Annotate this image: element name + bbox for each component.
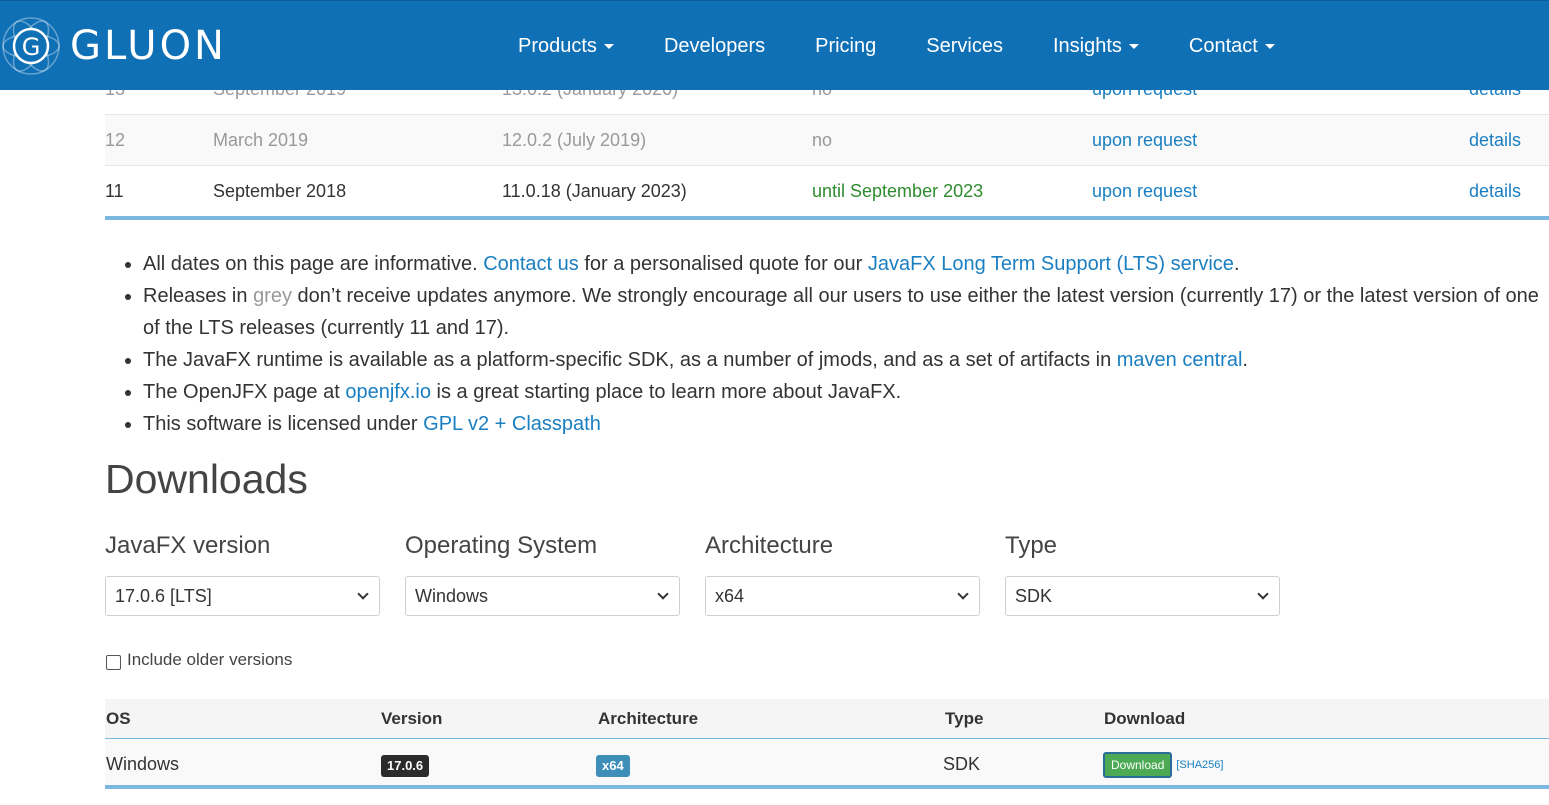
os-select[interactable]: Windows (405, 576, 680, 616)
contact-us-link[interactable]: Contact us (483, 253, 579, 275)
grey-word: grey (253, 285, 292, 307)
lts-upon-request-link[interactable]: upon request (1092, 115, 1197, 166)
openjfx-link[interactable]: openjfx.io (345, 381, 431, 403)
table-row: 12 March 2019 12.0.2 (July 2019) no upon… (105, 115, 1549, 166)
nav-services-label: Services (926, 34, 1003, 57)
header-type: Type (945, 709, 984, 728)
download-table: OS Version Architecture Type Download Wi… (105, 699, 1549, 789)
chevron-down-icon (1257, 588, 1269, 600)
gluon-logo-mark-icon: G (0, 15, 62, 77)
nav-pricing-label: Pricing (815, 34, 877, 57)
chevron-down-icon (657, 588, 669, 600)
release-notes: All dates on this page are informative. … (105, 248, 1549, 440)
os-filter: Operating System Windows (405, 532, 680, 616)
nav-pricing[interactable]: Pricing (790, 35, 901, 58)
architecture-cell: x64 (596, 739, 630, 789)
os-cell: Windows (106, 754, 180, 774)
release-date-cell: September 2018 (213, 181, 347, 201)
include-older-checkbox[interactable] (106, 654, 121, 670)
caret-down-icon (1264, 43, 1275, 49)
nav-products[interactable]: Products (493, 35, 639, 58)
type-select[interactable]: SDK (1005, 576, 1280, 616)
table-row: 11 September 2018 11.0.18 (January 2023)… (105, 166, 1549, 220)
download-table-header: OS Version Architecture Type Download (105, 699, 1549, 739)
select-value: SDK (1015, 586, 1053, 606)
download-cell: Download [SHA256] (1103, 739, 1223, 789)
filter-label: JavaFX version (105, 532, 271, 559)
javafx-version-select[interactable]: 17.0.6 [LTS] (105, 576, 380, 616)
include-older-label: Include older versions (127, 650, 293, 669)
maven-central-link[interactable]: maven central (1117, 349, 1243, 371)
gluon-logo[interactable]: G GLUON (0, 13, 227, 79)
filter-label: Operating System (405, 532, 598, 559)
table-row: Windows 17.0.6 x64 SDK Download [SHA256] (105, 739, 1549, 789)
header-version: Version (381, 709, 443, 728)
latest-release-cell: 11.0.18 (January 2023) (502, 181, 687, 201)
nav-contact[interactable]: Contact (1164, 35, 1300, 58)
type-cell: SDK (943, 754, 981, 774)
header-os: OS (106, 709, 131, 728)
select-value: Windows (415, 586, 489, 606)
nav-products-label: Products (518, 34, 597, 57)
architecture-select[interactable]: x64 (705, 576, 980, 616)
downloads-heading: Downloads (105, 456, 308, 502)
version-cell: 17.0.6 (381, 739, 430, 789)
logo-letter: G (22, 33, 41, 61)
release-date-cell: March 2019 (213, 130, 309, 150)
updates-cell: until September 2023 (812, 181, 984, 201)
chevron-down-icon (357, 588, 369, 600)
list-item: The JavaFX runtime is available as a pla… (105, 344, 1549, 376)
main-nav: Products Developers Pricing Services Ins… (493, 1, 1300, 91)
license-link[interactable]: GPL v2 + Classpath (423, 413, 601, 435)
list-item: Releases in grey don’t receive updates a… (105, 280, 1549, 344)
lts-service-link[interactable]: JavaFX Long Term Support (LTS) service (868, 253, 1234, 275)
list-item: The OpenJFX page at openjfx.io is a grea… (105, 376, 1549, 408)
version-cell: 11 (105, 181, 124, 201)
sha256-link[interactable]: [SHA256] (1176, 759, 1223, 771)
select-value: 17.0.6 [LTS] (115, 586, 212, 606)
header-architecture: Architecture (598, 709, 699, 728)
top-navbar: G GLUON Products Developers Pricing Serv… (0, 0, 1549, 90)
list-item: All dates on this page are informative. … (105, 248, 1549, 280)
nav-contact-label: Contact (1188, 34, 1258, 57)
list-item: This software is licensed under GPL v2 +… (105, 408, 1549, 440)
brand-name: GLUON (70, 23, 227, 69)
nav-insights[interactable]: Insights (1028, 35, 1164, 58)
javafx-version-filter: JavaFX version 17.0.6 [LTS] (105, 532, 380, 616)
nav-developers-label: Developers (663, 34, 766, 57)
select-value: x64 (715, 586, 745, 606)
download-button[interactable]: Download (1103, 752, 1173, 779)
caret-down-icon (603, 43, 614, 49)
latest-release-cell: 12.0.2 (July 2019) (502, 130, 647, 150)
nav-insights-label: Insights (1052, 34, 1122, 57)
nav-services[interactable]: Services (901, 35, 1028, 58)
type-filter: Type SDK (1005, 532, 1280, 616)
chevron-down-icon (957, 588, 969, 600)
nav-developers[interactable]: Developers (639, 35, 790, 58)
filter-label: Type (1005, 532, 1058, 559)
version-cell: 12 (105, 130, 126, 150)
details-link[interactable]: details (1469, 166, 1521, 217)
filter-label: Architecture (705, 532, 834, 559)
lts-upon-request-link[interactable]: upon request (1092, 166, 1197, 217)
architecture-badge: x64 (596, 755, 630, 777)
details-link[interactable]: details (1469, 115, 1521, 166)
updates-cell: no (812, 130, 833, 150)
caret-down-icon (1128, 43, 1139, 49)
version-badge: 17.0.6 (381, 755, 430, 777)
header-download: Download (1104, 709, 1186, 728)
include-older-versions[interactable]: Include older versions (106, 650, 292, 670)
architecture-filter: Architecture x64 (705, 532, 980, 616)
